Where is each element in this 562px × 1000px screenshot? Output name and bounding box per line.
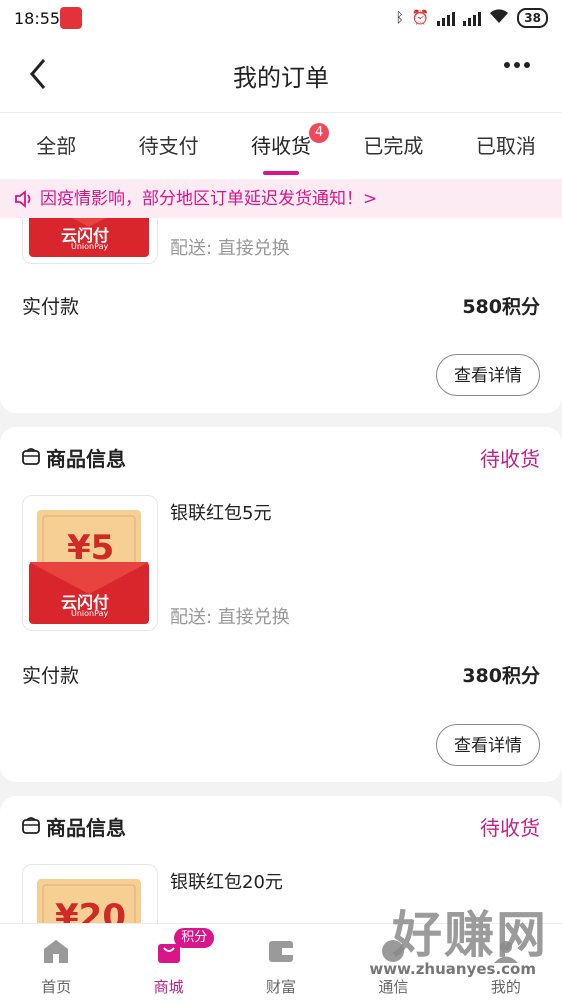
app-notification-icon bbox=[60, 7, 82, 29]
watermark: 好赚网 bbox=[392, 906, 548, 964]
delivery-method: 配送: 直接兑换 bbox=[170, 238, 290, 259]
alarm-icon: ⏰ bbox=[411, 10, 430, 26]
brand-label-en: UnionPay bbox=[71, 609, 109, 618]
nav-label: 首页 bbox=[41, 978, 72, 996]
header: 我的订单 bbox=[0, 36, 562, 113]
nav-label: 通信 bbox=[378, 978, 409, 996]
order-card: 云闪付 UnionPay 配送: 直接兑换 实付款 580积分 查看详情 bbox=[0, 218, 562, 413]
bag-icon bbox=[22, 817, 40, 834]
nav-wealth[interactable]: 财富 bbox=[225, 924, 337, 1000]
delay-notice-banner[interactable]: 因疫情影响，部分地区订单延迟发货通知！> bbox=[0, 180, 562, 218]
nav-shop[interactable]: 积分 商城 bbox=[112, 924, 224, 1000]
section-title: 商品信息 bbox=[46, 447, 126, 471]
status-time: 18:55 bbox=[14, 9, 61, 28]
delivery-method: 配送: 直接兑换 bbox=[170, 607, 290, 628]
view-details-button[interactable]: 查看详情 bbox=[436, 354, 540, 396]
tab-pending-payment[interactable]: 待支付 bbox=[112, 113, 224, 179]
voucher-amount: ¥5 bbox=[67, 528, 115, 568]
tab-cancelled[interactable]: 已取消 bbox=[450, 113, 562, 179]
section-title: 商品信息 bbox=[46, 816, 126, 840]
home-icon bbox=[44, 940, 69, 963]
nav-label: 我的 bbox=[490, 978, 521, 996]
status-bar: 18:55 ᛒ ⏰ 38 bbox=[0, 0, 562, 36]
product-thumbnail[interactable]: ¥20 bbox=[22, 864, 158, 923]
tab-count-badge: 4 bbox=[309, 123, 330, 143]
paid-amount-value: 380积分 bbox=[462, 665, 540, 687]
paid-amount-label: 实付款 bbox=[22, 665, 80, 687]
tab-all[interactable]: 全部 bbox=[0, 113, 112, 179]
product-name[interactable]: 银联红包5元 bbox=[170, 499, 271, 525]
nav-label: 财富 bbox=[266, 978, 297, 996]
tab-pending-receipt[interactable]: 待收货 4 bbox=[225, 113, 337, 179]
battery-icon: 38 bbox=[517, 8, 548, 28]
bag-icon bbox=[22, 448, 40, 465]
order-list: 云闪付 UnionPay 配送: 直接兑换 实付款 580积分 查看详情 商品信… bbox=[0, 218, 562, 923]
nav-label: 商城 bbox=[153, 978, 184, 996]
active-tab-indicator bbox=[263, 171, 300, 175]
order-status: 待收货 bbox=[480, 447, 540, 471]
points-badge: 积分 bbox=[174, 928, 215, 948]
speaker-icon bbox=[15, 190, 31, 208]
product-thumbnail[interactable]: ¥5 云闪付 UnionPay bbox=[22, 495, 158, 631]
more-options-button[interactable] bbox=[504, 62, 530, 68]
wifi-icon bbox=[489, 8, 509, 28]
more-dots-icon bbox=[504, 62, 510, 68]
bluetooth-icon: ᛒ bbox=[395, 10, 404, 26]
view-details-button[interactable]: 查看详情 bbox=[436, 724, 540, 766]
signal-icon-2 bbox=[463, 10, 482, 26]
paid-amount-label: 实付款 bbox=[22, 296, 80, 318]
order-tabs: 全部 待支付 待收货 4 已完成 已取消 bbox=[0, 113, 562, 179]
notice-text: 因疫情影响，部分地区订单延迟发货通知！> bbox=[40, 189, 378, 209]
status-icons: ᛒ ⏰ 38 bbox=[395, 8, 548, 28]
page-title: 我的订单 bbox=[233, 64, 329, 92]
paid-amount-value: 580积分 bbox=[462, 296, 540, 318]
order-status: 待收货 bbox=[480, 816, 540, 840]
order-card: 商品信息 待收货 ¥5 云闪付 UnionPay 银联红包5元 配送: 直接兑换… bbox=[0, 427, 562, 782]
product-thumbnail[interactable]: 云闪付 UnionPay bbox=[22, 218, 158, 264]
product-name[interactable]: 银联红包20元 bbox=[170, 868, 283, 894]
brand-label-en: UnionPay bbox=[71, 242, 109, 251]
watermark-url: www.zhuanyes.com bbox=[369, 960, 536, 978]
nav-home[interactable]: 首页 bbox=[0, 924, 112, 1000]
signal-icon bbox=[437, 10, 456, 26]
voucher-amount: ¥20 bbox=[55, 897, 126, 923]
wallet-icon bbox=[269, 941, 294, 962]
tab-completed[interactable]: 已完成 bbox=[337, 113, 449, 179]
